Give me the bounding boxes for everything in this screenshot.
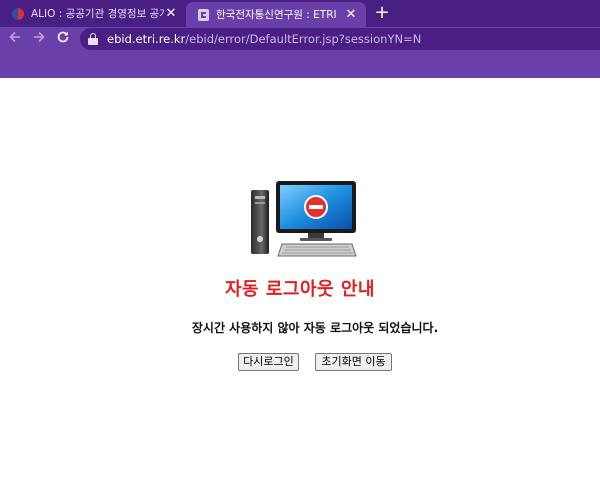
reload-icon: [57, 31, 69, 43]
new-tab-button[interactable]: +: [372, 3, 392, 23]
browser-toolbar: ebid.etri.re.kr/ebid/error/DefaultError.…: [0, 27, 600, 51]
alio-favicon-icon: [12, 7, 24, 20]
computer-error-icon: [251, 181, 357, 257]
close-tab-icon[interactable]: ✕: [164, 6, 178, 21]
close-tab-icon[interactable]: ✕: [344, 7, 358, 22]
lock-icon[interactable]: [88, 33, 98, 45]
tab-title: 한국전자통신연구원 : ETRI: [216, 9, 337, 21]
forward-button[interactable]: [30, 30, 48, 48]
page-title: 자동 로그아웃 안내: [224, 279, 375, 300]
back-button[interactable]: [6, 30, 24, 48]
forward-arrow-icon: [34, 31, 45, 43]
url-host: ebid.etri.re.kr: [107, 32, 186, 46]
tab-title: ALIO : 공공기관 경영정보 공개시: [31, 8, 164, 20]
address-bar[interactable]: ebid.etri.re.kr/ebid/error/DefaultError.…: [80, 28, 600, 50]
tab-strip: ALIO : 공공기관 경영정보 공개시 ✕ 한국전자통신연구원 : ETRI …: [0, 0, 600, 27]
reload-button[interactable]: [54, 30, 72, 48]
back-arrow-icon: [9, 31, 20, 43]
logout-message: 장시간 사용하지 않아 자동 로그아웃 되었습니다.: [191, 321, 439, 335]
browser-toolbar-extension: [0, 51, 600, 78]
tab-etri[interactable]: 한국전자통신연구원 : ETRI ✕: [186, 2, 366, 27]
url-path: /ebid/error/DefaultError.jsp?sessionYN=N: [185, 32, 422, 46]
page-content: 자동 로그아웃 안내 장시간 사용하지 않아 자동 로그아웃 되었습니다. 다시…: [0, 78, 600, 484]
etri-favicon-icon: [198, 8, 209, 21]
go-home-button[interactable]: 초기화면 이동: [315, 353, 392, 371]
tab-alio[interactable]: ALIO : 공공기관 경영정보 공개시 ✕: [0, 0, 186, 27]
relogin-button[interactable]: 다시로그인: [238, 353, 299, 371]
